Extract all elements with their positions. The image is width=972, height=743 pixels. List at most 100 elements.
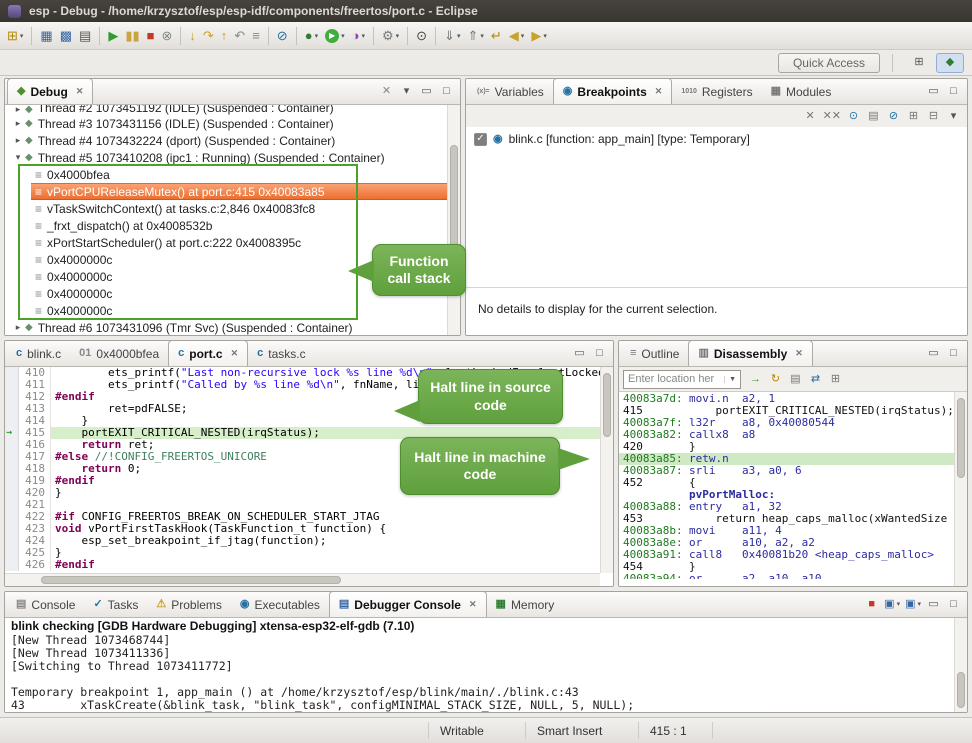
- view-menu-icon[interactable]: ▾: [399, 83, 414, 99]
- open-perspective-icon[interactable]: ⊞: [905, 53, 933, 73]
- new-wizard-icon[interactable]: ⊞▾: [4, 25, 26, 47]
- debug-thread-row[interactable]: ▸◆Thread #3 1073431156 (IDLE) (Suspended…: [5, 115, 447, 132]
- tab-registers[interactable]: 1010Registers: [672, 79, 761, 104]
- tab-blink-c[interactable]: cblink.c: [7, 341, 70, 366]
- minimize-icon[interactable]: ▭: [572, 345, 587, 361]
- disassembly-line[interactable]: 452{: [619, 477, 954, 489]
- minimize-icon[interactable]: ▭: [926, 345, 941, 361]
- editor-ruler[interactable]: [5, 415, 19, 427]
- expand-twisty-icon[interactable]: ▸: [11, 322, 25, 333]
- close-tab-icon[interactable]: ✕: [655, 86, 663, 97]
- debug-thread-row[interactable]: ▸◆Thread #4 1073432224 (dport) (Suspende…: [5, 132, 447, 149]
- link-with-debug-context-icon[interactable]: ⇄: [808, 371, 823, 387]
- save-icon[interactable]: ▦: [37, 25, 55, 47]
- next-annotation-icon[interactable]: ⇓▾: [441, 25, 463, 47]
- previous-annotation-icon[interactable]: ⇑▾: [464, 25, 486, 47]
- editor-ruler[interactable]: [5, 403, 19, 415]
- disassembly-scrollbar[interactable]: [954, 392, 967, 586]
- tab-0x4000bfea[interactable]: 010x4000bfea: [70, 341, 168, 366]
- quick-access-button[interactable]: Quick Access: [778, 53, 880, 73]
- disassembly-content[interactable]: 40083a7d:movi.n a2, 1415 portEXIT_CRITIC…: [619, 392, 967, 586]
- tab-outline[interactable]: ≡Outline: [621, 341, 688, 366]
- disassembly-location-input[interactable]: Enter location her ▼: [623, 370, 741, 389]
- tab-modules[interactable]: ▦Modules: [762, 79, 841, 104]
- tab-breakpoints[interactable]: ◉Breakpoints✕: [553, 78, 673, 104]
- disassembly-line[interactable]: 40083a82:callx8 a8: [619, 429, 954, 441]
- disassembly-line[interactable]: 454}: [619, 561, 954, 573]
- tab-disassembly[interactable]: ▥Disassembly✕: [688, 340, 812, 366]
- tab-port-c[interactable]: cport.c✕: [168, 340, 248, 366]
- breakpoint-checkbox[interactable]: ✓: [474, 133, 487, 146]
- editor-ruler[interactable]: [5, 559, 19, 571]
- debug-frame-row[interactable]: ≡0x4000bfea: [31, 166, 447, 183]
- breakpoint-row[interactable]: ✓ ◉ blink.c [function: app_main] [type: …: [466, 127, 967, 151]
- editor-ruler[interactable]: [5, 439, 19, 451]
- expand-twisty-icon[interactable]: ▸: [11, 118, 25, 129]
- skip-all-breakpoints-icon[interactable]: ⊘: [886, 108, 901, 124]
- instruction-stepping-icon[interactable]: ≡: [249, 25, 263, 47]
- editor-ruler[interactable]: [5, 475, 19, 487]
- maximize-icon[interactable]: □: [946, 345, 961, 361]
- maximize-icon[interactable]: □: [439, 83, 454, 99]
- code-line[interactable]: 424 esp_set_breakpoint_if_jtag(function)…: [5, 535, 600, 547]
- collapse-all-icon[interactable]: ⊟: [926, 108, 941, 124]
- show-source-icon[interactable]: ▤: [788, 371, 803, 387]
- resume-icon[interactable]: ▶: [105, 25, 121, 47]
- debug-thread-row[interactable]: ▸◆Thread #6 1073431096 (Tmr Svc) (Suspen…: [5, 319, 447, 335]
- close-tab-icon[interactable]: ✕: [469, 599, 477, 610]
- suspend-icon[interactable]: ▮▮: [122, 25, 142, 47]
- collapse-twisty-icon[interactable]: ▾: [11, 152, 25, 163]
- forward-icon[interactable]: ▶▾: [528, 25, 550, 47]
- minimize-icon[interactable]: ▭: [926, 83, 941, 99]
- step-into-icon[interactable]: ↓: [186, 25, 199, 47]
- debug-scrollbar[interactable]: [447, 105, 460, 335]
- show-breakpoints-supported-icon[interactable]: ⊙: [846, 108, 861, 124]
- debug-thread-row[interactable]: ▾◆Thread #5 1073410208 (ipc1 : Running) …: [5, 149, 447, 166]
- maximize-icon[interactable]: □: [946, 83, 961, 99]
- disassembly-line[interactable]: 40083a91:call8 0x40081b20 <heap_caps_mal…: [619, 549, 954, 561]
- editor-ruler[interactable]: [5, 499, 19, 511]
- editor-ruler[interactable]: [5, 487, 19, 499]
- view-menu-icon[interactable]: ▾: [946, 108, 961, 124]
- disassembly-line[interactable]: 40083a94:or a2, a10, a10: [619, 573, 954, 579]
- tab-variables[interactable]: (x)=Variables: [468, 79, 553, 104]
- debug-frame-row[interactable]: ≡vTaskSwitchContext() at tasks.c:2,846 0…: [31, 200, 447, 217]
- debug-frame-row[interactable]: ≡vPortCPUReleaseMutex() at port.c:415 0x…: [31, 183, 447, 200]
- step-over-icon[interactable]: ↷: [200, 25, 217, 47]
- close-tab-icon[interactable]: ✕: [76, 86, 84, 97]
- editor-ruler[interactable]: [5, 523, 19, 535]
- editor-ruler[interactable]: [5, 463, 19, 475]
- minimize-icon[interactable]: ▭: [419, 83, 434, 99]
- skip-all-breakpoints-icon[interactable]: ⊘: [274, 25, 291, 47]
- remove-all-terminated-icon[interactable]: ✕: [379, 83, 394, 99]
- debug-thread-row[interactable]: ▸◆Thread #2 1073451192 (IDLE) (Suspended…: [5, 105, 447, 115]
- maximize-icon[interactable]: □: [946, 596, 961, 612]
- tab-executables[interactable]: ◉Executables: [231, 592, 329, 617]
- terminate-icon[interactable]: ■: [144, 25, 158, 47]
- close-tab-icon[interactable]: ✕: [795, 348, 803, 359]
- jump-to-pc-icon[interactable]: →: [748, 371, 763, 387]
- remove-all-breakpoints-icon[interactable]: ✕✕: [823, 108, 841, 124]
- editor-ruler[interactable]: [5, 379, 19, 391]
- tab-problems[interactable]: ⚠Problems: [147, 592, 231, 617]
- editor-ruler[interactable]: [5, 511, 19, 523]
- editor-ruler[interactable]: [5, 451, 19, 463]
- scrollbar-thumb[interactable]: [957, 672, 965, 708]
- remove-selected-breakpoints-icon[interactable]: ✕: [803, 108, 818, 124]
- open-console-icon[interactable]: ▣▾: [905, 596, 921, 612]
- drop-to-frame-icon[interactable]: ↶: [231, 25, 248, 47]
- step-return-icon[interactable]: ↑: [218, 25, 231, 47]
- print-icon[interactable]: ▤: [76, 25, 94, 47]
- editor-ruler[interactable]: →: [5, 427, 19, 439]
- run-icon[interactable]: ▶▾: [322, 25, 348, 47]
- chevron-down-icon[interactable]: ▼: [724, 376, 736, 383]
- scrollbar-thumb[interactable]: [957, 398, 965, 478]
- go-to-file-for-breakpoint-icon[interactable]: ▤: [866, 108, 881, 124]
- tab-debug[interactable]: ◆Debug✕: [7, 78, 93, 104]
- scrollbar-thumb[interactable]: [41, 576, 341, 584]
- debug-icon[interactable]: ●▾: [302, 25, 321, 47]
- tab-debugger-console[interactable]: ▤Debugger Console✕: [329, 591, 487, 617]
- profile-icon[interactable]: ◑▾: [349, 25, 368, 47]
- minimize-icon[interactable]: ▭: [926, 596, 941, 612]
- scrollbar-thumb[interactable]: [603, 373, 611, 437]
